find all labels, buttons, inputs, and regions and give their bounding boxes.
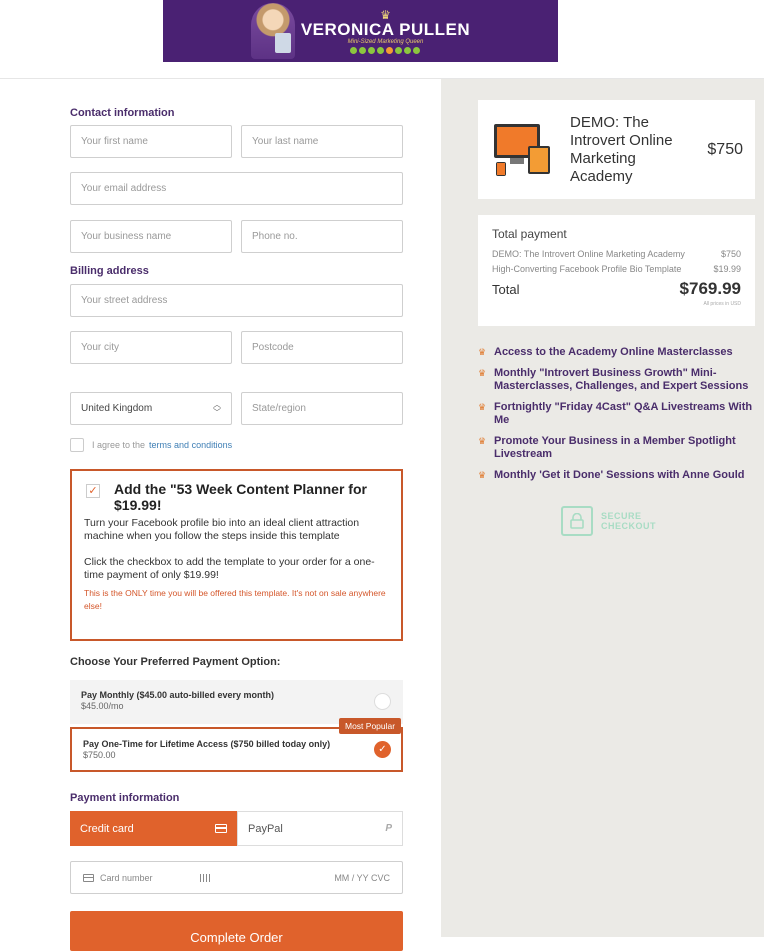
brand-dots bbox=[350, 46, 421, 54]
benefit-item: ♛ Monthly "Introvert Business Growth" Min… bbox=[478, 367, 756, 393]
total-label: Total bbox=[492, 282, 520, 297]
tab-credit-card-label: Credit card bbox=[80, 822, 134, 835]
benefit-text: Fortnightly "Friday 4Cast" Q&A Livestrea… bbox=[494, 401, 753, 426]
crown-icon: ♛ bbox=[478, 347, 487, 357]
terms-prefix: I agree to the bbox=[92, 440, 146, 450]
card-number-field[interactable]: Card number MM / YY CVC bbox=[70, 861, 403, 894]
country-value: United Kingdom bbox=[81, 403, 153, 414]
terms-checkbox[interactable] bbox=[70, 438, 84, 452]
pay-monthly-price: $45.00/mo bbox=[81, 701, 124, 711]
email-field[interactable] bbox=[70, 172, 403, 205]
billing-section-label: Billing address bbox=[70, 265, 149, 277]
contact-section-label: Contact information bbox=[70, 107, 175, 119]
total-card: Total payment DEMO: The Introvert Online… bbox=[478, 215, 755, 326]
credit-card-icon bbox=[215, 824, 227, 833]
select-arrows-icon: ︿ ﹀ bbox=[213, 399, 221, 417]
country-select[interactable]: United Kingdom ︿ ﹀ bbox=[70, 392, 232, 425]
benefit-item: ♛ Monthly 'Get it Done' Sessions with Ann… bbox=[478, 469, 756, 482]
order-bump-checkbox[interactable]: ✓ bbox=[86, 484, 100, 498]
order-bump-description: Turn your Facebook profile bio into an i… bbox=[84, 517, 360, 542]
city-input[interactable] bbox=[81, 342, 221, 353]
line-item-price: $750 bbox=[720, 249, 741, 259]
product-title: DEMO: The Introvert Online Marketing Aca… bbox=[570, 113, 673, 185]
payment-section-label: Payment information bbox=[70, 792, 180, 804]
state-field[interactable] bbox=[241, 392, 403, 425]
postcode-input[interactable] bbox=[252, 342, 392, 353]
benefit-item: ♛ Fortnightly "Friday 4Cast" Q&A Livestre… bbox=[478, 401, 756, 427]
most-popular-badge: Most Popular bbox=[339, 718, 402, 734]
terms-row: I agree to the terms and conditions bbox=[70, 438, 232, 452]
pay-monthly-title: Pay Monthly ($45.00 auto-billed every mo… bbox=[81, 690, 275, 700]
pay-onetime-title: Pay One-Time for Lifetime Access ($750 b… bbox=[83, 739, 331, 749]
brand-tagline: Mini-Sized Marketing Queen bbox=[347, 38, 424, 45]
tab-paypal-label: PayPal bbox=[248, 822, 283, 835]
street-input[interactable] bbox=[81, 295, 392, 306]
total-heading: Total payment bbox=[492, 227, 567, 241]
email-input[interactable] bbox=[81, 183, 392, 194]
order-bump-box: ✓ Add the "53 Week Content Planner for $… bbox=[70, 469, 403, 641]
line-item-name: DEMO: The Introvert Online Marketing Aca… bbox=[492, 249, 685, 259]
brand-banner: ♛ VERONICA PULLEN Mini-Sized Marketing Q… bbox=[163, 0, 558, 62]
product-image bbox=[494, 123, 556, 176]
postcode-field[interactable] bbox=[241, 331, 403, 364]
credit-card-icon bbox=[83, 873, 94, 882]
total-value: $769.99 bbox=[679, 279, 741, 298]
phone-input[interactable] bbox=[252, 231, 392, 242]
pay-monthly-radio[interactable] bbox=[374, 693, 391, 710]
lock-icon bbox=[561, 506, 593, 536]
crown-icon: ♛ bbox=[478, 402, 487, 412]
first-name-field[interactable] bbox=[70, 125, 232, 158]
line-item: High-Converting Facebook Profile Bio Tem… bbox=[492, 262, 741, 277]
line-item-name: High-Converting Facebook Profile Bio Tem… bbox=[492, 264, 682, 274]
payment-option-label: Choose Your Preferred Payment Option: bbox=[70, 656, 281, 668]
total-row: Total $769.99 bbox=[492, 279, 741, 299]
state-input[interactable] bbox=[252, 403, 392, 414]
crown-icon: ♛ bbox=[478, 470, 487, 480]
paypal-icon: P bbox=[385, 823, 392, 834]
order-bump-title: Add the "53 Week Content Planner for $19… bbox=[114, 481, 367, 513]
first-name-input[interactable] bbox=[81, 136, 221, 147]
tab-paypal[interactable]: PayPal P bbox=[237, 811, 403, 846]
expiry-cvc-placeholder: MM / YY CVC bbox=[334, 872, 390, 883]
tab-credit-card[interactable]: Credit card bbox=[70, 811, 237, 846]
order-bump-warning: This is the ONLY time you will be offere… bbox=[84, 588, 386, 611]
benefits-list: ♛ Access to the Academy Online Masterclas… bbox=[478, 346, 756, 490]
pay-onetime-price: $750.00 bbox=[83, 750, 116, 760]
complete-order-button[interactable]: Complete Order bbox=[70, 911, 403, 951]
benefit-item: ♛ Access to the Academy Online Masterclas… bbox=[478, 346, 756, 359]
crown-icon: ♛ bbox=[478, 436, 487, 446]
business-name-field[interactable] bbox=[70, 220, 232, 253]
card-brand-icon bbox=[199, 873, 210, 882]
business-name-input[interactable] bbox=[81, 231, 221, 242]
street-field[interactable] bbox=[70, 284, 403, 317]
benefit-text: Monthly "Introvert Business Growth" Mini… bbox=[494, 367, 749, 392]
currency-note: All prices in USD bbox=[703, 301, 741, 307]
secure-line1: SECURE bbox=[601, 511, 642, 521]
brand-logo: ♛ VERONICA PULLEN Mini-Sized Marketing Q… bbox=[301, 9, 470, 54]
order-bump-instruction: Click the checkbox to add the template t… bbox=[84, 556, 375, 581]
card-number-placeholder: Card number bbox=[100, 872, 153, 883]
benefit-text: Promote Your Business in a Member Spotli… bbox=[494, 435, 736, 460]
brand-name: VERONICA PULLEN bbox=[300, 19, 471, 39]
phone-field[interactable] bbox=[241, 220, 403, 253]
secure-checkout-badge: SECURE CHECKOUT bbox=[561, 506, 656, 536]
last-name-input[interactable] bbox=[252, 136, 392, 147]
crown-icon: ♛ bbox=[380, 7, 391, 22]
line-item: DEMO: The Introvert Online Marketing Aca… bbox=[492, 247, 741, 262]
crown-icon: ♛ bbox=[478, 368, 487, 378]
city-field[interactable] bbox=[70, 331, 232, 364]
line-item-price: $19.99 bbox=[713, 264, 741, 274]
benefit-text: Monthly 'Get it Done' Sessions with Anne… bbox=[494, 469, 745, 481]
terms-link[interactable]: terms and conditions bbox=[149, 440, 232, 450]
brand-photo bbox=[250, 3, 295, 59]
checkmark-icon[interactable]: ✓ bbox=[374, 741, 391, 758]
benefit-item: ♛ Promote Your Business in a Member Spotl… bbox=[478, 435, 756, 461]
benefit-text: Access to the Academy Online Masterclass… bbox=[494, 346, 733, 358]
product-card: DEMO: The Introvert Online Marketing Aca… bbox=[478, 100, 755, 199]
product-price: $750 bbox=[707, 140, 743, 158]
last-name-field[interactable] bbox=[241, 125, 403, 158]
secure-line2: CHECKOUT bbox=[601, 521, 656, 531]
